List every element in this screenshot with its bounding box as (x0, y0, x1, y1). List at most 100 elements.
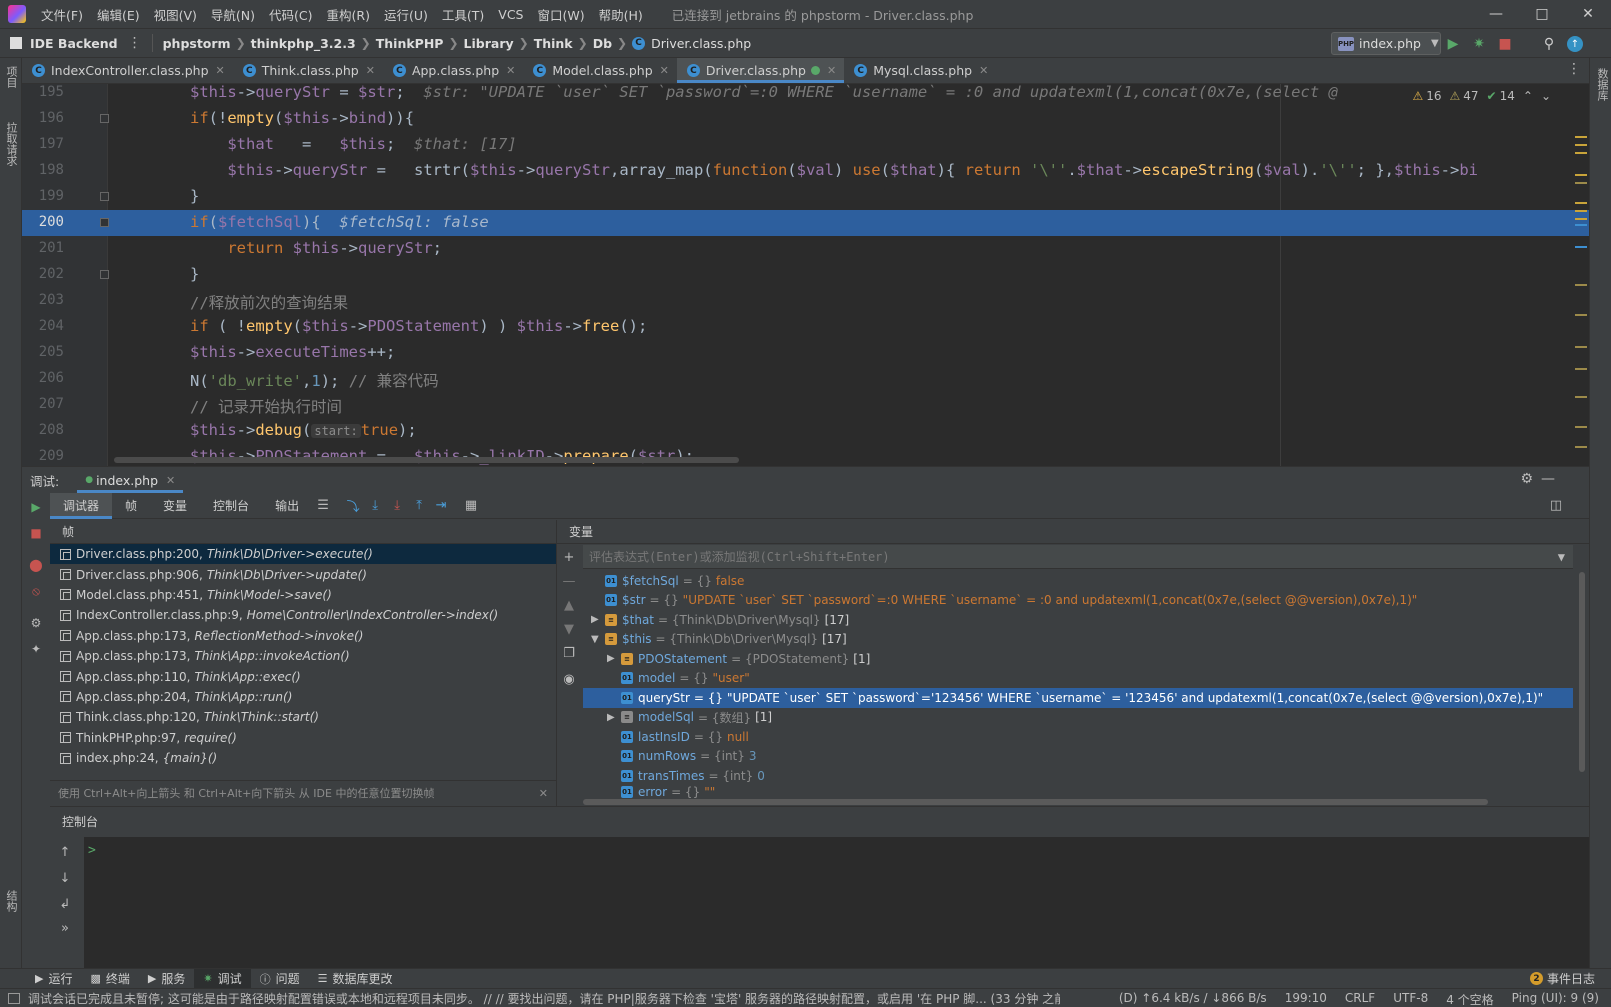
frame-row[interactable]: App.class.php:204, Think\App::run() (50, 687, 556, 707)
frame-row[interactable]: Driver.class.php:906, Think\Db\Driver->up… (50, 564, 556, 584)
stop-icon[interactable]: ■ (1495, 34, 1515, 54)
code-line[interactable]: 205 $this->executeTimes++; (22, 340, 1589, 366)
problems-tool-tab[interactable]: ⓘ 问题 (251, 969, 309, 989)
code-line[interactable]: 207 // 记录开始执行时间 (22, 392, 1589, 418)
terminal-tool-tab[interactable]: ▩ 终端 (81, 969, 138, 989)
tab-indexcontroller[interactable]: C IndexController.class.php ✕ (22, 58, 233, 83)
evaluate-expression-icon[interactable]: ▦ (460, 495, 482, 517)
menu-view[interactable]: 视图(V) (147, 5, 204, 24)
code-editor[interactable]: 195 $this->queryStr = $str; $str: "UPDAT… (22, 84, 1589, 466)
code-line[interactable]: 199 } (22, 184, 1589, 210)
move-up-icon[interactable]: ▲ (560, 596, 578, 614)
code-line[interactable]: 202 } (22, 262, 1589, 288)
code-line[interactable]: 196 if(!empty($this->bind)){ (22, 106, 1589, 132)
line-separator[interactable]: CRLF (1345, 991, 1375, 1007)
file-encoding[interactable]: UTF-8 (1393, 991, 1428, 1007)
close-tab-icon[interactable]: ✕ (506, 64, 515, 77)
frame-row[interactable]: Model.class.php:451, Think\Model->save() (50, 585, 556, 605)
frame-row[interactable]: Driver.class.php:200, Think\Db\Driver->ex… (50, 544, 556, 565)
structure-tool-tab[interactable]: 结构 (3, 890, 19, 912)
chevron-down-icon[interactable]: ⌄ (1541, 89, 1551, 103)
breadcrumb-library[interactable]: Library (464, 36, 514, 51)
menu-lines-icon[interactable]: ☰ (312, 495, 334, 517)
mute-breakpoints-icon[interactable]: ⦸ (26, 581, 46, 601)
chevron-up-icon[interactable]: ⌃ (1523, 89, 1533, 103)
tab-debugger[interactable]: 调试器 (50, 492, 113, 519)
variable-row[interactable]: 01 $str = {} "UPDATE `user` SET `password`=… (591, 591, 1417, 611)
code-line[interactable]: 197 $that = $this; $that: [17] (22, 132, 1589, 158)
variable-row[interactable]: 01 $fetchSql = {} false (591, 571, 744, 591)
menu-edit[interactable]: 编辑(E) (90, 5, 147, 24)
arrow-down-icon[interactable]: ↓ (56, 869, 74, 887)
more-vertical-icon[interactable]: ⋮ (1567, 61, 1581, 77)
code-line[interactable]: 201 return $this->queryStr; (22, 236, 1589, 262)
tab-app[interactable]: C App.class.php ✕ (383, 58, 523, 83)
collapse-arrow-icon[interactable]: ▼ (591, 634, 605, 645)
step-out-icon[interactable]: ⤒ (408, 495, 430, 517)
indent-setting[interactable]: 4 个空格 (1446, 991, 1493, 1007)
tab-frames[interactable]: 帧 (112, 493, 150, 519)
force-step-into-icon[interactable]: ⤓ (386, 495, 408, 517)
variable-row[interactable]: 01 lastInsID = {} null (607, 727, 749, 747)
update-icon[interactable]: ↑ (1565, 34, 1585, 54)
services-tool-tab[interactable]: ▶ 服务 (139, 969, 194, 989)
tab-mysql[interactable]: C Mysql.class.php ✕ (844, 58, 996, 83)
menu-code[interactable]: 代码(C) (262, 5, 319, 24)
close-tab-icon[interactable]: ✕ (366, 64, 375, 77)
more-chevron-icon[interactable]: » (56, 919, 74, 937)
tab-think[interactable]: C Think.class.php ✕ (233, 58, 383, 83)
menu-help[interactable]: 帮助(H) (592, 5, 650, 24)
status-message[interactable]: 调试会话已完成且未暂停; 这可能是由于路径映射配置错误或本地和远程项目未同步。 … (0, 990, 1060, 1007)
caret-position[interactable]: 199:10 (1285, 991, 1327, 1007)
tab-variables[interactable]: 变量 (150, 493, 200, 519)
breadcrumb-ThinkPHP[interactable]: ThinkPHP (376, 36, 444, 51)
fold-marker-icon[interactable] (100, 114, 109, 123)
variable-row[interactable]: ▶ ≡ $that = {Think\Db\Driver\Mysql} [17] (591, 610, 849, 630)
inspection-widget[interactable]: ⚠ 16 ⚠ 47 ✔ 14 ⌃ ⌄ (1398, 86, 1551, 106)
fold-marker-icon[interactable] (100, 270, 109, 279)
breadcrumb-phpstorm[interactable]: phpstorm (163, 36, 231, 51)
debug-tool-tab[interactable]: ✷ 调试 (194, 968, 251, 989)
variable-row[interactable]: ▼ ≡ $this = {Think\Db\Driver\Mysql} [17] (591, 630, 847, 650)
settings-icon[interactable]: ⚙ (26, 613, 46, 633)
maximize-window-icon[interactable]: □ (1519, 0, 1565, 28)
variable-row-selected[interactable]: 01 queryStr = {} "UPDATE `user` SET `passwo… (583, 688, 1573, 708)
view-breakpoints-icon[interactable]: ⬤ (26, 555, 46, 575)
close-tab-icon[interactable]: ✕ (660, 64, 669, 77)
debug-bug-icon[interactable]: ✷ (1469, 34, 1489, 54)
frame-row[interactable]: index.php:24, {main}() (50, 748, 556, 768)
breadcrumb-think[interactable]: Think (534, 36, 573, 51)
pin-icon[interactable]: ✦ (26, 639, 46, 659)
run-icon[interactable]: ▶ (1443, 34, 1463, 54)
fold-marker-icon[interactable] (100, 192, 109, 201)
remove-watch-icon[interactable]: — (560, 572, 578, 590)
debug-session-tab[interactable]: ● index.php ✕ (77, 467, 184, 493)
minimize-icon[interactable]: — (1541, 471, 1555, 487)
menu-run[interactable]: 运行(U) (377, 5, 435, 24)
search-icon[interactable]: ⚲ (1539, 34, 1559, 54)
breadcrumb-thinkphp[interactable]: thinkphp_3.2.3 (251, 36, 356, 51)
chevron-down-icon[interactable]: ▼ (1558, 545, 1565, 569)
tab-model[interactable]: C Model.class.php ✕ (523, 58, 677, 83)
database-tool-tab[interactable]: 数据库 (1594, 68, 1610, 101)
breadcrumb-file[interactable]: C Driver.class.php (632, 36, 751, 51)
variable-row[interactable]: 01 error = {} "" (607, 785, 715, 798)
frame-row[interactable]: App.class.php:110, Think\App::exec() (50, 666, 556, 686)
pull-requests-tool-tab[interactable]: 拉取请求 (3, 122, 19, 166)
move-down-icon[interactable]: ▼ (560, 620, 578, 638)
code-line[interactable]: 206 N('db_write',1); // 兼容代码 (22, 366, 1589, 392)
variable-row[interactable]: 01 model = {} "user" (607, 669, 750, 689)
expand-arrow-icon[interactable]: ▶ (607, 712, 621, 723)
menu-tools[interactable]: 工具(T) (435, 5, 491, 24)
add-watch-icon[interactable]: + (560, 548, 578, 566)
code-line[interactable]: 204 if ( !empty($this->PDOStatement) ) $… (22, 314, 1589, 340)
code-line[interactable]: 208 $this->debug(start: true); (22, 418, 1589, 444)
horizontal-scrollbar[interactable] (583, 799, 1488, 805)
variable-row[interactable]: ▶ ≡ modelSql = {数组} [1] (607, 708, 772, 728)
frame-row[interactable]: IndexController.class.php:9, Home\Control… (50, 605, 556, 625)
close-window-icon[interactable]: ✕ (1565, 0, 1611, 28)
frame-row[interactable]: App.class.php:173, Think\App::invokeActio… (50, 646, 556, 666)
menu-navigate[interactable]: 导航(N) (204, 5, 262, 24)
console-output[interactable]: > (84, 837, 1589, 970)
stop-icon[interactable]: ■ (26, 523, 46, 543)
